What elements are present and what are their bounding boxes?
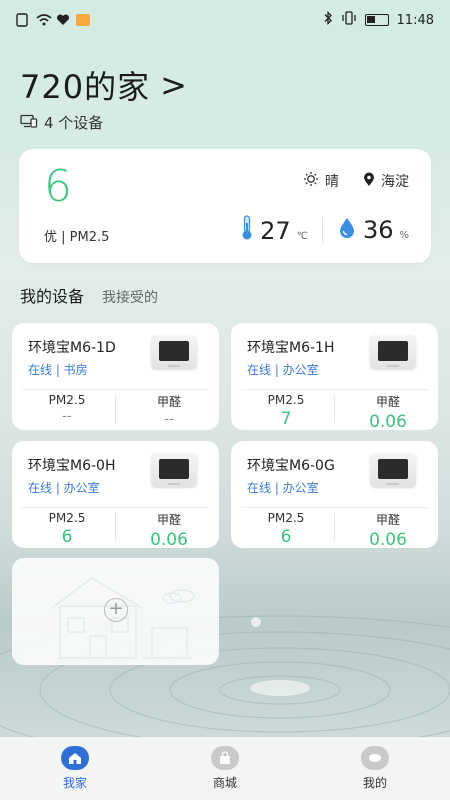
pm25-value: 6: [61, 527, 73, 547]
device-thumbnail: [151, 335, 197, 369]
weather-info: 晴 海淀: [303, 171, 409, 191]
divider: [241, 507, 428, 508]
pm25-label: PM2.5: [48, 393, 86, 407]
add-device-card[interactable]: +: [12, 558, 219, 665]
wifi-icon: [36, 13, 52, 27]
device-status: 在线 | 办公室: [28, 481, 100, 495]
formaldehyde-metric: 甲醛 0.06: [343, 393, 433, 432]
tab-my-devices[interactable]: 我的设备: [20, 283, 84, 307]
health-heart-icon: [56, 13, 70, 27]
profile-icon: [361, 746, 389, 770]
formaldehyde-value: 0.06: [369, 530, 407, 550]
humidity-value: 36: [362, 216, 394, 244]
device-tabs: 我的设备 我接受的: [20, 283, 158, 307]
formaldehyde-label: 甲醛: [375, 395, 400, 409]
device-status: 在线 | 办公室: [247, 481, 319, 495]
vibrate-icon: [341, 11, 357, 29]
nav-item-shop[interactable]: 商城: [175, 746, 275, 791]
temperature-reading: 27 ℃: [240, 215, 308, 245]
pm25-label: PM2.5: [48, 511, 86, 525]
home-icon: [61, 746, 89, 770]
metric-divider: [334, 513, 335, 541]
plus-icon[interactable]: +: [104, 598, 128, 622]
formaldehyde-label: 甲醛: [375, 513, 400, 527]
device-name: 环境宝M6-1D: [28, 340, 116, 356]
device-status: 在线 | 书房: [28, 363, 88, 377]
pm25-metric: PM2.5 6: [241, 511, 331, 547]
device-count: 4 个设备: [20, 112, 103, 133]
device-name: 环境宝M6-1H: [247, 340, 335, 356]
devices-icon: [20, 114, 38, 132]
location-pin-icon: [363, 172, 375, 191]
device-card[interactable]: 环境宝M6-0G 在线 | 办公室 PM2.5 6 甲醛 0.06: [231, 441, 438, 550]
divider: [241, 389, 428, 390]
indoor-readings: 27 ℃ 36 %: [240, 215, 409, 245]
pm25-label: PM2.5: [267, 511, 305, 525]
formaldehyde-value: 0.06: [150, 530, 188, 550]
divider: [22, 389, 209, 390]
divider: [22, 507, 209, 508]
chevron-right-icon: >: [160, 66, 187, 104]
status-time: 11:48: [396, 12, 434, 28]
metric-divider: [115, 395, 116, 423]
formaldehyde-metric: 甲醛 0.06: [343, 511, 433, 550]
nav-item-profile[interactable]: 我的: [325, 746, 425, 791]
formaldehyde-value: 0.06: [369, 412, 407, 432]
device-name: 环境宝M6-0G: [247, 458, 335, 474]
home-selector[interactable]: 720的家 >: [20, 62, 187, 108]
temperature-unit: ℃: [296, 231, 308, 242]
location-name: 海淀: [381, 174, 409, 190]
pm25-value: --: [62, 409, 72, 424]
reading-divider: [321, 217, 323, 243]
pm25-metric: PM2.5 --: [22, 393, 112, 424]
air-quality-card[interactable]: 6 优 | PM2.5 晴 海淀 27 ℃ 36 %: [19, 149, 431, 263]
bottom-navigation: 我家 商城 我的: [0, 737, 450, 800]
battery-icon: [364, 14, 389, 26]
bluetooth-icon: [323, 10, 333, 29]
formaldehyde-label: 甲醛: [156, 513, 181, 527]
nav-label-shop: 商城: [212, 776, 237, 790]
home-name: 720的家: [20, 68, 151, 106]
nav-label-home: 我家: [62, 776, 87, 790]
device-card[interactable]: 环境宝M6-0H 在线 | 办公室 PM2.5 6 甲醛 0.06: [12, 441, 219, 550]
formaldehyde-label: 甲醛: [156, 395, 181, 409]
metric-divider: [334, 395, 335, 423]
humidity-unit: %: [399, 230, 409, 241]
nav-item-home[interactable]: 我家: [25, 746, 125, 791]
temperature-value: 27: [260, 217, 291, 245]
pm25-metric: PM2.5 7: [241, 393, 331, 429]
thermometer-icon: [240, 215, 254, 245]
shop-icon: [211, 746, 239, 770]
device-count-label: 4 个设备: [44, 114, 104, 132]
pm25-value: 6: [280, 527, 292, 547]
device-card[interactable]: 环境宝M6-1D 在线 | 书房 PM2.5 -- 甲醛 --: [12, 323, 219, 430]
pm25-metric: PM2.5 6: [22, 511, 112, 547]
device-thumbnail: [370, 453, 416, 487]
tab-received-devices[interactable]: 我接受的: [102, 287, 158, 307]
water-drop-icon: [337, 216, 357, 244]
humidity-reading: 36 %: [337, 216, 409, 244]
sim-icon: [16, 13, 30, 27]
device-name: 环境宝M6-0H: [28, 458, 116, 474]
weather-condition: 晴: [325, 174, 339, 190]
app-notification-icon: [76, 14, 90, 26]
sun-icon: [303, 171, 319, 191]
pm25-value: 7: [280, 409, 292, 429]
metric-divider: [115, 513, 116, 541]
device-thumbnail: [370, 335, 416, 369]
aqi-value: 6: [44, 161, 72, 212]
formaldehyde-value: --: [164, 412, 174, 427]
nav-label-profile: 我的: [362, 776, 387, 790]
device-status: 在线 | 办公室: [247, 363, 319, 377]
aqi-label: 优 | PM2.5: [44, 230, 110, 245]
pm25-label: PM2.5: [267, 393, 305, 407]
status-bar: 11:48: [0, 0, 450, 40]
device-thumbnail: [151, 453, 197, 487]
formaldehyde-metric: 甲醛 --: [124, 393, 214, 427]
formaldehyde-metric: 甲醛 0.06: [124, 511, 214, 550]
device-card[interactable]: 环境宝M6-1H 在线 | 办公室 PM2.5 7 甲醛 0.06: [231, 323, 438, 432]
